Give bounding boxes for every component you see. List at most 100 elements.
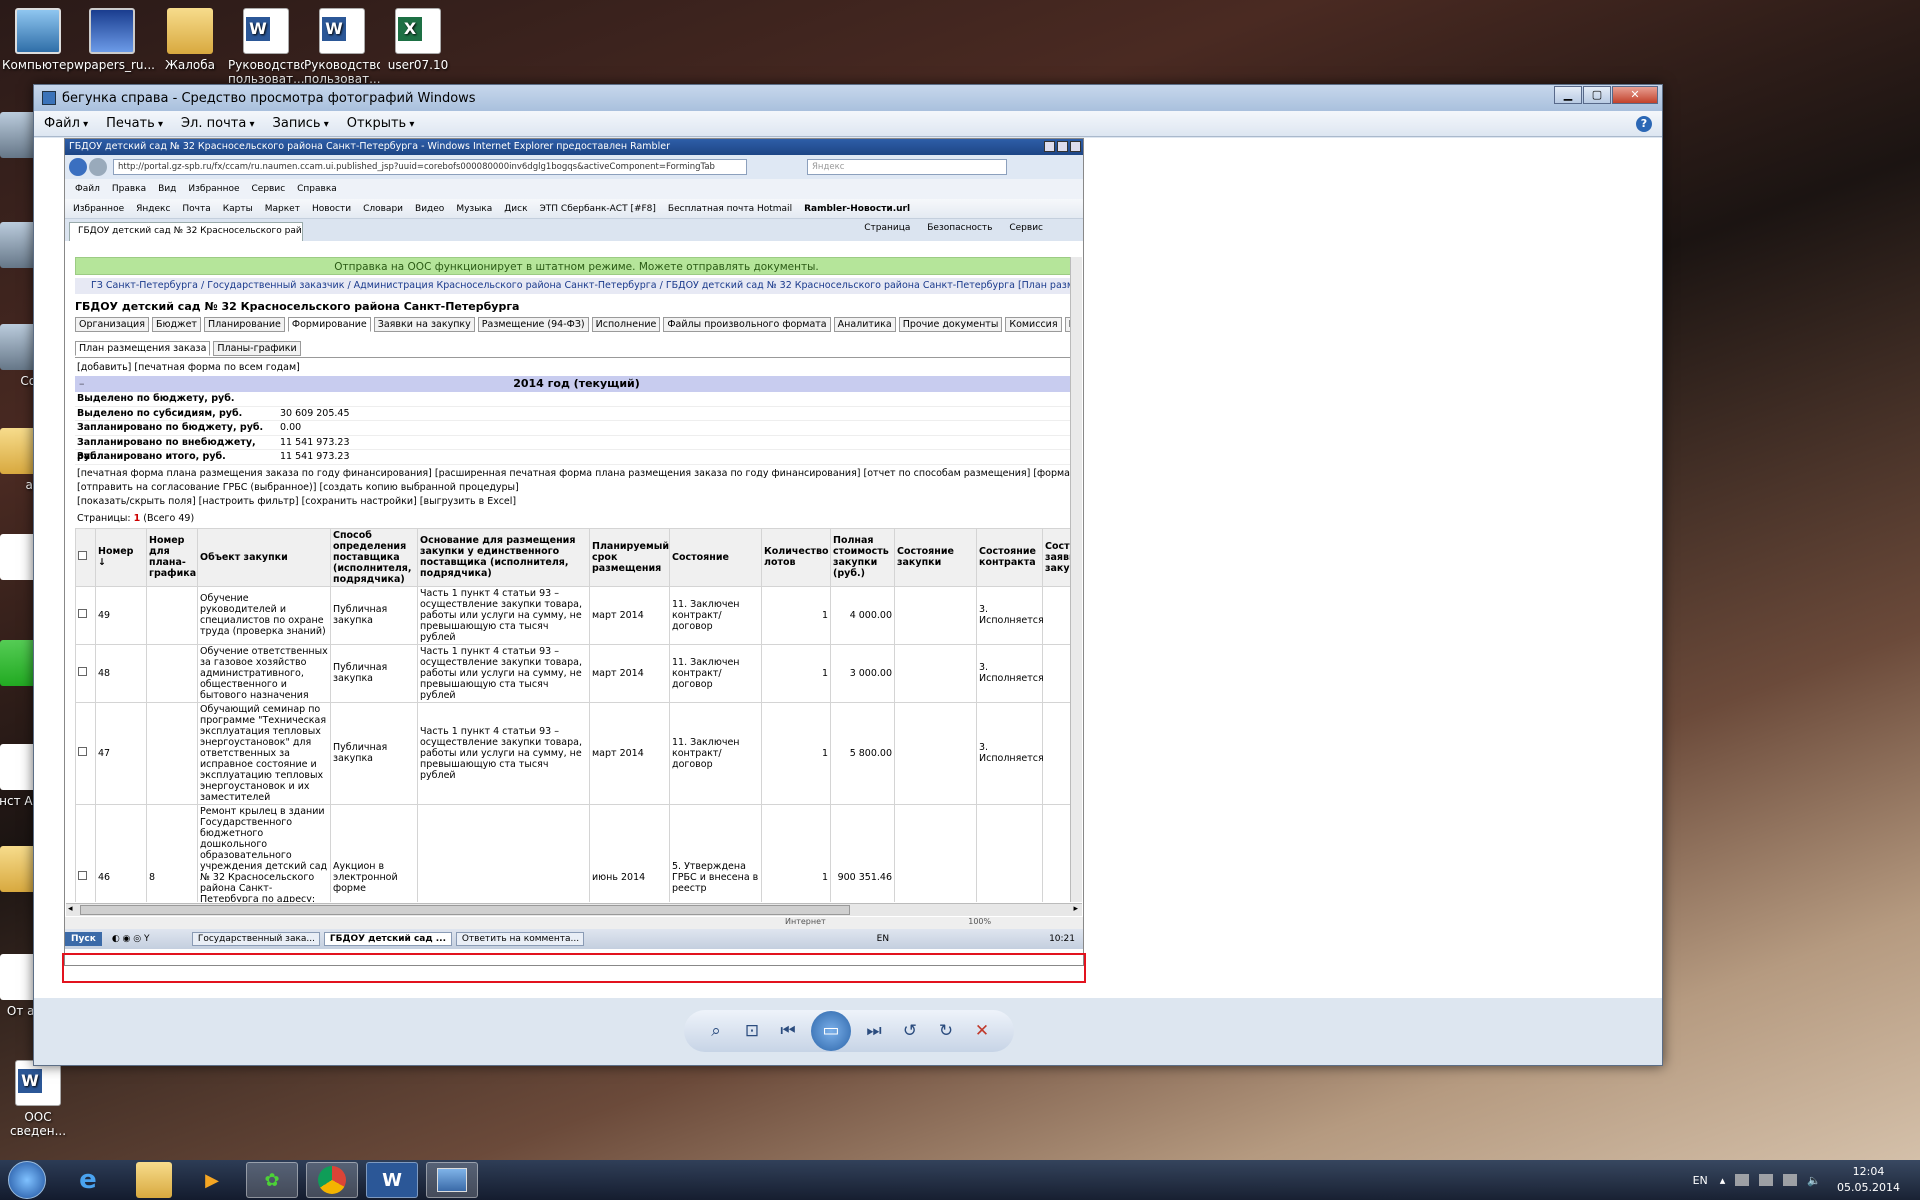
- word-taskbar-icon[interactable]: W: [366, 1162, 418, 1198]
- taskbar: e ▶ ✿ W EN ▴ 🔈 12:04 05.05.2014: [0, 1160, 1920, 1200]
- menu-file[interactable]: Файл: [44, 116, 88, 131]
- language-indicator[interactable]: EN: [1693, 1174, 1708, 1187]
- row-checkbox: [75, 643, 96, 703]
- tab-commission: Комиссия: [1005, 317, 1062, 332]
- maximize-button[interactable]: ▢: [1583, 86, 1611, 104]
- slideshow-icon[interactable]: ▭: [811, 1011, 851, 1051]
- page-title: ГБДОУ детский сад № 32 Красносельского р…: [75, 300, 520, 313]
- fav-item: Rambler-Новости.url: [804, 203, 911, 214]
- network-icon[interactable]: [1759, 1174, 1774, 1186]
- main-tabs: Организация Бюджет Планирование Формиров…: [75, 317, 1078, 332]
- subtab-schedules: Планы-графики: [213, 341, 301, 356]
- media-player-taskbar-icon[interactable]: ▶: [186, 1162, 238, 1198]
- inner-task-item: Ответить на коммента...: [455, 932, 584, 946]
- ie-search-field: Яндекс: [807, 159, 1007, 175]
- ie-safety-menu: Безопасность: [927, 223, 993, 233]
- minimize-button[interactable]: ▁: [1554, 86, 1582, 104]
- ie-menubar: Файл Правка Вид Избранное Сервис Справка: [65, 179, 1083, 199]
- status-zone: Интернет: [785, 917, 826, 926]
- close-button[interactable]: ✕: [1612, 86, 1658, 104]
- col-method: Способ определения поставщика (исполните…: [330, 527, 418, 587]
- col-term: Планируемый срок размещения: [589, 527, 670, 587]
- menu-open[interactable]: Открыть: [347, 116, 415, 131]
- quicklaunch-icons: ◐ ◉ ◎ Y: [111, 934, 150, 944]
- row-checkbox: [75, 803, 96, 902]
- next-icon[interactable]: ⏭: [861, 1020, 887, 1042]
- photo-viewer-taskbar-icon[interactable]: [426, 1162, 478, 1198]
- inner-taskbar: Пуск ◐ ◉ ◎ Y Государственный зака... ГБД…: [65, 929, 1083, 949]
- highlight-box: [62, 953, 1086, 983]
- back-icon: [69, 158, 87, 176]
- clock[interactable]: 12:04 05.05.2014: [1837, 1164, 1900, 1196]
- inner-lang: EN: [876, 934, 890, 944]
- fav-item: Карты: [222, 203, 253, 214]
- photo-viewer-window: бегунка справа - Средство просмотра фото…: [33, 84, 1663, 1066]
- inner-clock: 10:21: [1049, 934, 1075, 944]
- desktop-icon-wpapers[interactable]: wpapers_ru...: [74, 8, 155, 72]
- collapse-icon: –: [79, 377, 85, 390]
- tab-budget: Бюджет: [151, 317, 201, 332]
- tray-expand-icon[interactable]: ▴: [1720, 1174, 1726, 1187]
- viewer-menu: Файл Печать Эл. почта Запись Открыть: [34, 111, 1662, 137]
- volume-icon[interactable]: 🔈: [1807, 1174, 1821, 1187]
- menu-print[interactable]: Печать: [106, 116, 163, 131]
- ie-taskbar-icon[interactable]: e: [62, 1162, 114, 1198]
- start-button[interactable]: [8, 1161, 46, 1199]
- flag-icon[interactable]: [1783, 1174, 1798, 1186]
- document-icon: [15, 1060, 61, 1106]
- summary-row: Выделено по субсидиям, руб. 30 609 205.45: [75, 407, 1078, 421]
- chrome-taskbar-icon[interactable]: [306, 1162, 358, 1198]
- previous-icon[interactable]: ⏮: [775, 1020, 801, 1042]
- rotate-right-icon[interactable]: ↻: [933, 1020, 959, 1042]
- table-row: 46 8 Ремонт крылец в здании Государствен…: [75, 803, 1078, 902]
- col-lots: Количество лотов: [761, 527, 831, 587]
- fav-item: Почта: [182, 203, 211, 214]
- fav-item: Музыка: [456, 203, 493, 214]
- actual-size-icon[interactable]: ⊡: [739, 1020, 765, 1042]
- ie-maximize-button: [1057, 141, 1068, 152]
- photo-viewer-icon: [42, 91, 56, 105]
- desktop-icon-manual-2[interactable]: Руководство пользоват...: [304, 8, 380, 88]
- desktop-icon-computer[interactable]: Компьютер: [0, 8, 76, 72]
- tab-files: Файлы произвольного формата: [663, 317, 831, 332]
- inner-start-button: Пуск: [65, 932, 102, 946]
- tray-icon[interactable]: [1735, 1174, 1750, 1186]
- print-links: [печатная форма плана размещения заказа …: [77, 467, 1078, 479]
- icq-taskbar-icon[interactable]: ✿: [246, 1162, 298, 1198]
- col-number: Номер ↓: [95, 527, 147, 587]
- zoom-icon[interactable]: ⌕: [703, 1020, 729, 1042]
- add-links: [добавить] [печатная форма по всем годам…: [77, 362, 300, 373]
- desktop-icon-user07[interactable]: user07.10: [380, 8, 456, 72]
- tab-requests: Заявки на закупку: [373, 317, 475, 332]
- fav-item: Словари: [363, 203, 404, 214]
- menu-burn[interactable]: Запись: [273, 116, 329, 131]
- desktop-icon-manual-1[interactable]: Руководство пользоват...: [228, 8, 304, 88]
- help-icon[interactable]: ?: [1636, 116, 1652, 132]
- inner-task-item: Государственный зака...: [191, 932, 320, 946]
- ie-titlebar: ГБДОУ детский сад № 32 Красносельского р…: [65, 139, 1083, 155]
- menu-email[interactable]: Эл. почта: [181, 116, 255, 131]
- ie-status-bar: Интернет 100%: [65, 917, 1083, 929]
- ie-menu-edit: Правка: [111, 184, 147, 194]
- excel-icon: [395, 8, 441, 54]
- notice-banner: Отправка на ООС функционирует в штатном …: [75, 257, 1078, 275]
- delete-icon[interactable]: ✕: [969, 1020, 995, 1042]
- computer-icon: [15, 8, 61, 54]
- clock-time: 12:04: [1852, 1165, 1885, 1178]
- ie-tools-menu: Сервис: [1009, 223, 1043, 233]
- row-checkbox: [75, 585, 96, 645]
- desktop-icon-complaint[interactable]: Жалоба: [152, 8, 228, 72]
- ie-address-bar: http://portal.gz-spb.ru/fx/ccam/ru.naume…: [65, 155, 1083, 179]
- summary-block: Выделено по бюджету, руб. Выделено по су…: [75, 392, 1078, 465]
- tab-placement: Размещение (94-ФЗ): [477, 317, 589, 332]
- displayed-screenshot: ГБДОУ детский сад № 32 Красносельского р…: [64, 138, 1084, 966]
- ie-url-field: http://portal.gz-spb.ru/fx/ccam/ru.naume…: [113, 159, 747, 175]
- explorer-taskbar-icon[interactable]: [136, 1162, 172, 1198]
- summary-row: Запланировано по бюджету, руб. 0.00: [75, 421, 1078, 436]
- rotate-left-icon[interactable]: ↺: [897, 1020, 923, 1042]
- col-procurement-state: Состояние закупки: [894, 527, 977, 587]
- tab-planning: Планирование: [203, 317, 285, 332]
- tab-analytics: Аналитика: [833, 317, 896, 332]
- ie-tabstrip: ГБДОУ детский сад № 32 Красносельского р…: [65, 219, 1083, 241]
- desktop-icon-ooc[interactable]: ООС сведен...: [0, 1060, 76, 1138]
